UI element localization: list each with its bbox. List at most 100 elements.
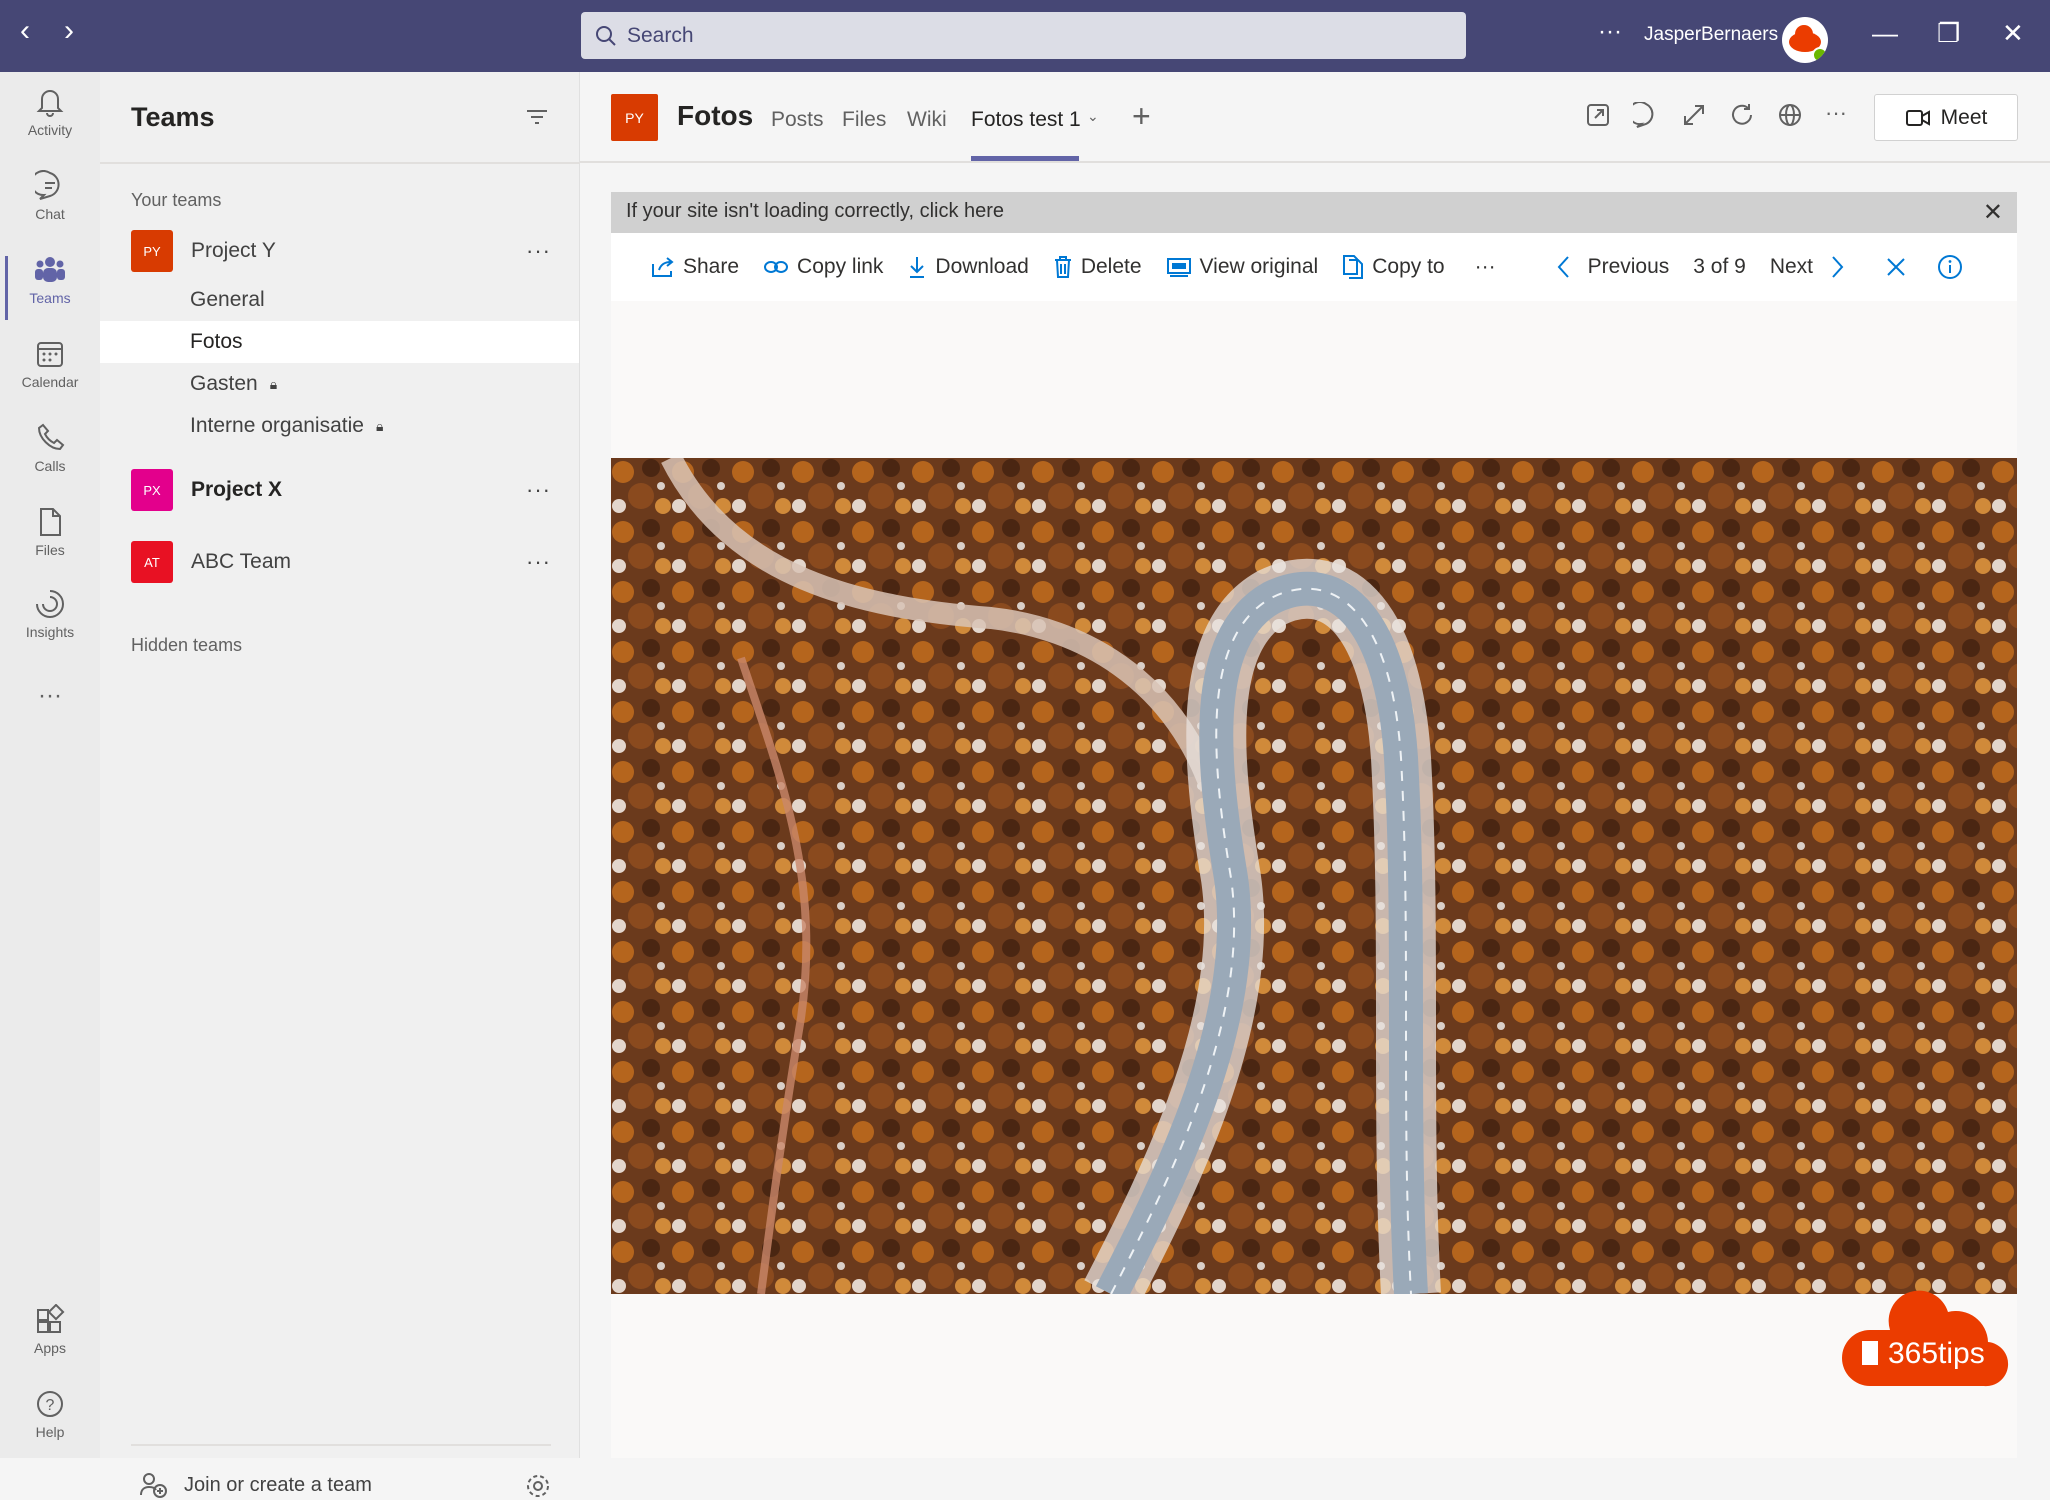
share-button[interactable]: Share: [651, 255, 739, 279]
svg-text:365tips: 365tips: [1888, 1337, 1985, 1370]
team-avatar: AT: [131, 541, 173, 583]
rail-apps[interactable]: Apps: [0, 1304, 100, 1356]
team-abc[interactable]: AT ABC Team ···: [131, 541, 551, 583]
team-project-y[interactable]: PY Project Y ···: [131, 230, 551, 272]
active-tab-indicator: [971, 156, 1079, 161]
next-label: Next: [1769, 255, 1814, 278]
more-options-button[interactable]: ···: [1825, 100, 1847, 126]
team-name: ABC Team: [191, 550, 291, 573]
more-actions-button[interactable]: ···: [1475, 255, 1496, 279]
channel-name: Fotos: [190, 330, 243, 353]
site-loading-banner[interactable]: If your site isn't loading correctly, cl…: [611, 192, 2017, 233]
download-label: Download: [935, 255, 1029, 278]
rail-teams[interactable]: Teams: [0, 254, 100, 320]
search-icon: [596, 25, 616, 46]
channel-general[interactable]: General: [100, 279, 579, 321]
tab-posts[interactable]: Posts: [771, 108, 824, 132]
rail-more[interactable]: ···: [0, 682, 100, 710]
avatar[interactable]: [1782, 17, 1828, 63]
bell-icon: [36, 90, 64, 117]
rail-help[interactable]: ? Help: [0, 1388, 100, 1440]
rail-label: Calendar: [21, 374, 79, 390]
divider: [100, 162, 580, 164]
user-name[interactable]: JasperBernaers: [1644, 24, 1778, 46]
join-label: Join or create a team: [184, 1473, 372, 1496]
chat-icon: [35, 170, 60, 200]
back-button[interactable]: ‹: [20, 14, 30, 48]
gear-icon[interactable]: [524, 1472, 552, 1500]
conversation-icon[interactable]: [1633, 102, 1659, 128]
teams-panel: Teams Your teams PY Project Y ··· Genera…: [100, 72, 580, 1498]
channel-name: Gasten: [190, 372, 258, 395]
team-more-button[interactable]: ···: [526, 238, 551, 264]
info-icon[interactable]: [1937, 254, 1963, 280]
join-create-team-button[interactable]: Join or create a team: [140, 1472, 372, 1498]
chevron-down-icon[interactable]: ⌄: [1087, 108, 1099, 125]
rail-calls[interactable]: Calls: [0, 422, 100, 474]
rail-label: Help: [35, 1424, 65, 1440]
download-button[interactable]: Download: [907, 255, 1029, 279]
page-position: 3 of 9: [1693, 255, 1746, 278]
delete-button[interactable]: Delete: [1053, 255, 1142, 279]
close-viewer-icon[interactable]: [1885, 256, 1907, 278]
rail-calendar[interactable]: Calendar: [0, 338, 100, 390]
tab-wiki[interactable]: Wiki: [907, 108, 947, 132]
copy-to-button[interactable]: Copy to: [1342, 254, 1445, 280]
chevron-left-icon: [1557, 256, 1569, 278]
team-project-x[interactable]: PX Project X ···: [131, 469, 551, 511]
copy-link-button[interactable]: Copy link: [763, 255, 883, 279]
globe-icon[interactable]: [1777, 102, 1803, 128]
channel-fotos[interactable]: Fotos: [100, 321, 579, 363]
add-tab-button[interactable]: +: [1132, 98, 1151, 135]
copy-icon: [1343, 255, 1364, 279]
team-more-button[interactable]: ···: [526, 549, 551, 575]
filter-icon[interactable]: [526, 108, 548, 126]
banner-link[interactable]: If your site isn't loading correctly, cl…: [626, 200, 1004, 222]
tab-files[interactable]: Files: [842, 108, 886, 132]
hidden-teams-heading[interactable]: Hidden teams: [131, 635, 242, 656]
restore-button[interactable]: ❐: [1937, 18, 1960, 49]
refresh-icon[interactable]: [1729, 102, 1755, 128]
video-camera-icon: [1905, 109, 1930, 126]
channel-gasten[interactable]: Gasten 🔒︎: [100, 363, 579, 405]
previous-label: Previous: [1587, 255, 1670, 278]
tab-fotos-test-1[interactable]: Fotos test 1: [971, 108, 1081, 132]
close-icon[interactable]: ✕: [1983, 198, 2003, 227]
rail-label: Insights: [25, 624, 75, 640]
team-name: Project Y: [191, 239, 276, 262]
channel-interne-organisatie[interactable]: Interne organisatie 🔒︎: [100, 405, 579, 447]
add-people-icon: [140, 1473, 167, 1498]
next-button[interactable]: Next: [1770, 255, 1845, 279]
rail-insights[interactable]: Insights: [0, 588, 100, 640]
meet-button[interactable]: Meet: [1874, 94, 2018, 141]
delete-label: Delete: [1080, 255, 1142, 278]
teams-icon: [35, 257, 65, 282]
help-icon: ?: [37, 1391, 63, 1417]
phone-icon: [37, 423, 65, 451]
channel-name: General: [190, 288, 265, 311]
expand-icon[interactable]: [1681, 102, 1707, 128]
view-original-button[interactable]: View original: [1166, 255, 1319, 279]
pop-out-icon[interactable]: [1585, 102, 1611, 128]
search-input[interactable]: Search: [581, 12, 1466, 59]
viewer-toolbar: Share Copy link Download Delete View ori…: [611, 233, 2017, 301]
copy-to-label: Copy to: [1372, 255, 1445, 278]
rail-activity[interactable]: Activity: [0, 86, 100, 138]
rail-files[interactable]: Files: [0, 506, 100, 558]
more-options-button[interactable]: ···: [1598, 18, 1622, 46]
minimize-button[interactable]: —: [1872, 18, 1898, 49]
previous-button[interactable]: Previous: [1556, 255, 1670, 279]
rail-chat[interactable]: Chat: [0, 170, 100, 222]
close-window-button[interactable]: ✕: [2002, 18, 2024, 49]
forward-button[interactable]: ›: [64, 14, 74, 48]
rail-label: Chat: [35, 206, 65, 222]
view-original-icon: [1166, 258, 1191, 277]
team-avatar: PX: [131, 469, 173, 511]
trash-icon: [1054, 256, 1071, 278]
view-original-label: View original: [1199, 255, 1319, 278]
team-more-button[interactable]: ···: [526, 477, 551, 503]
chevron-right-icon: [1832, 256, 1844, 278]
team-name: Project X: [191, 478, 283, 501]
rail-label: Files: [35, 542, 65, 558]
file-icon: [40, 508, 61, 536]
